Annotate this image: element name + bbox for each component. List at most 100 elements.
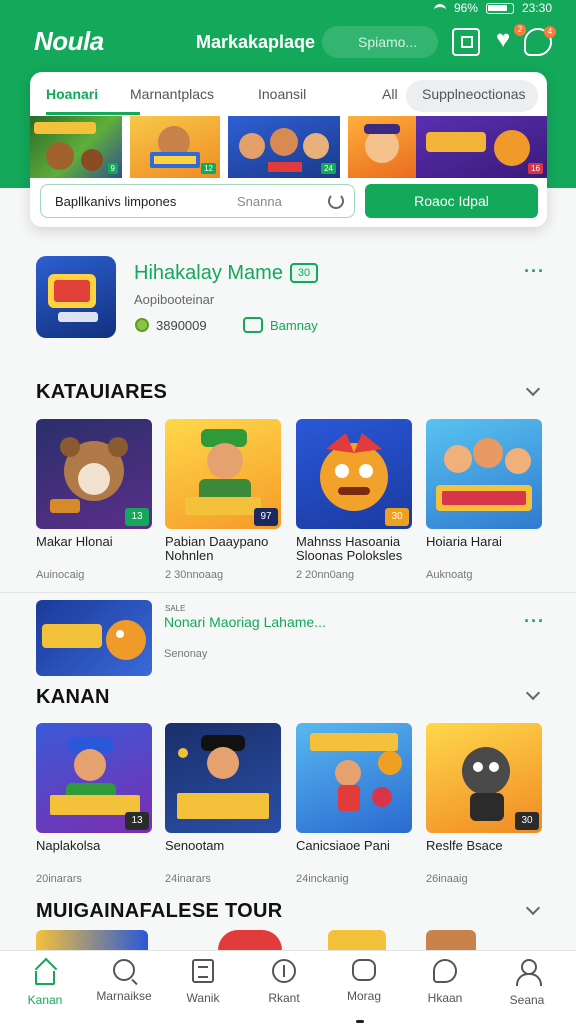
banner-tile[interactable]: 24	[228, 116, 340, 178]
heroes-art-icon	[436, 438, 532, 511]
nav-label: Seana	[509, 993, 545, 1007]
top-bar: Noula Markakaplaqe Spiamo... 2 4	[0, 24, 576, 60]
game-card[interactable]: 30 Reslfe Bsace 26inaaig	[426, 723, 544, 885]
game-name: Naplakolsa	[36, 839, 101, 853]
banner-tile[interactable]: 16	[416, 116, 547, 178]
search-value: Bapllkanivs limpones	[55, 194, 177, 209]
chat-badge: 4	[544, 26, 556, 38]
cart-icon[interactable]	[452, 28, 480, 56]
banner-tag: 9	[107, 163, 118, 174]
game-badge: 30	[385, 508, 409, 526]
game-card[interactable]: 13 Naplakolsa 20inarars	[36, 723, 154, 885]
game-thumbnail: 97	[165, 419, 281, 529]
game-thumbnail	[426, 419, 542, 529]
banner-tile[interactable]: 9	[30, 116, 122, 178]
game-name: Makar Hlonai	[36, 535, 113, 549]
refresh-icon[interactable]	[328, 193, 344, 209]
game-thumbnail-peek[interactable]	[36, 930, 148, 952]
section-title: KANAN	[36, 686, 110, 708]
banner-tag: 12	[201, 163, 216, 174]
game-meta: 24inarars	[165, 873, 211, 885]
featured-subtitle: Aopibooteinar	[134, 292, 215, 307]
nav-label: Wanik	[186, 991, 220, 1005]
game-card[interactable]: Hoiaria Harai Auknoatg	[426, 419, 544, 581]
more-options-icon[interactable]: ···	[524, 262, 544, 280]
game-card[interactable]: 13 Makar Hlonai Auinocaig	[36, 419, 154, 581]
game-thumbnail: 13	[36, 419, 152, 529]
chat-icon	[433, 959, 457, 983]
section-title: MUIGAINAFALESE TOUR	[36, 900, 283, 922]
chevron-down-icon[interactable]	[525, 685, 541, 701]
game-meta: 24inckanig	[296, 873, 349, 885]
nav-item-sports[interactable]: Rkant	[244, 959, 324, 1005]
game-thumbnail-peek[interactable]	[328, 930, 386, 952]
divider	[0, 592, 576, 593]
home-icon	[35, 971, 55, 985]
featured-price: 3890009	[156, 318, 207, 333]
ball-icon	[272, 959, 296, 983]
bottom-navigation: Kanan Marnaikse Wanik Rkant Morag Hkaan …	[0, 950, 576, 1024]
nav-item-chat[interactable]: Hkaan	[405, 959, 485, 1005]
nav-label: Hkaan	[427, 991, 463, 1005]
game-name: Mahnss Hasoania Sloonas Poloksles	[296, 535, 403, 563]
featured-thumbnail[interactable]	[36, 256, 116, 338]
featured-title[interactable]: Hihakalay Mame	[134, 262, 283, 285]
tab-inoansil[interactable]: Inoansil	[258, 86, 306, 102]
notification-icon[interactable]: 2	[492, 24, 526, 56]
featured-badge: 30	[290, 263, 318, 283]
nav-item-profile[interactable]: Seana	[487, 959, 567, 1007]
promo-thumbnail[interactable]	[36, 600, 152, 676]
profile-icon	[515, 959, 542, 986]
page-title: Markakaplaqe	[196, 32, 316, 52]
game-badge: 13	[125, 812, 149, 830]
tab-marketplace[interactable]: Marnantplacs	[130, 86, 214, 102]
game-card[interactable]: 30 Mahnss Hasoania Sloonas Poloksles 2 2…	[296, 419, 414, 581]
game-badge: 30	[515, 812, 539, 830]
game-thumbnail: 13	[36, 723, 152, 833]
chat-icon[interactable]: 4	[524, 26, 556, 56]
search-button[interactable]: Roaoc Idpal	[365, 184, 538, 218]
nav-item-games[interactable]: Morag	[324, 959, 404, 1003]
search-hint: Snanna	[237, 194, 282, 209]
section-title: KATAUIARES	[36, 381, 168, 403]
game-thumbnail: 30	[426, 723, 542, 833]
more-options-icon[interactable]: ···	[524, 612, 544, 630]
game-card[interactable]: 97 Pabian Daaypano Nohnlen 2 30nnoaag	[165, 419, 283, 581]
banner-tile[interactable]: 12	[130, 116, 220, 178]
nav-label: Kanan	[27, 993, 63, 1007]
banner-tile[interactable]	[348, 116, 418, 178]
game-thumbnail-peek[interactable]	[218, 930, 282, 952]
category-tabs: Hoanari Marnantplacs Inoansil All Suppln…	[30, 72, 547, 116]
nav-item-list[interactable]: Wanik	[163, 959, 243, 1005]
search-icon	[113, 959, 135, 981]
chevron-down-icon[interactable]	[525, 381, 541, 397]
nav-item-market[interactable]: Marnaikse	[84, 959, 164, 1003]
nav-label: Morag	[346, 989, 381, 1003]
game-thumbnail-peek[interactable]	[426, 930, 476, 952]
nav-item-home[interactable]: Kanan	[5, 959, 85, 1007]
battery-icon	[485, 2, 514, 14]
search-field[interactable]: Bapllkanivs limpones Snanna	[40, 184, 355, 218]
tag-icon	[243, 317, 263, 333]
game-card[interactable]: Canicsiaoe Pani 24inckanig	[296, 723, 414, 885]
featured-tag[interactable]: Bamnay	[270, 318, 318, 333]
game-meta: 2 20nn0ang	[296, 569, 355, 581]
promo-title[interactable]: Nonari Maoriag Lahame...	[164, 614, 326, 630]
tab-all[interactable]: All	[382, 86, 398, 102]
game-name: Canicsiaoe Pani	[296, 839, 390, 853]
tab-hoanari[interactable]: Hoanari	[46, 86, 98, 102]
sport-art-icon	[177, 735, 269, 819]
chevron-down-icon[interactable]	[525, 900, 541, 916]
brand-logo[interactable]: Noula	[34, 26, 104, 57]
game-meta: 2 30nnoaag	[165, 569, 224, 581]
banner-carousel[interactable]: 9 12 24 16	[30, 116, 547, 178]
game-name: Pabian Daaypano Nohnlen	[165, 535, 269, 563]
game-name: Hoiaria Harai	[426, 535, 502, 549]
header-search-input[interactable]: Spiamo...	[322, 26, 438, 58]
game-logo-icon	[48, 274, 98, 322]
tab-suppliers[interactable]: Supplneoctionas	[422, 86, 526, 102]
game-card[interactable]: Senootam 24inarars	[165, 723, 283, 885]
runner-art-icon	[310, 733, 402, 811]
character-art-icon	[364, 124, 400, 163]
battery-percent: 96%	[453, 1, 478, 15]
